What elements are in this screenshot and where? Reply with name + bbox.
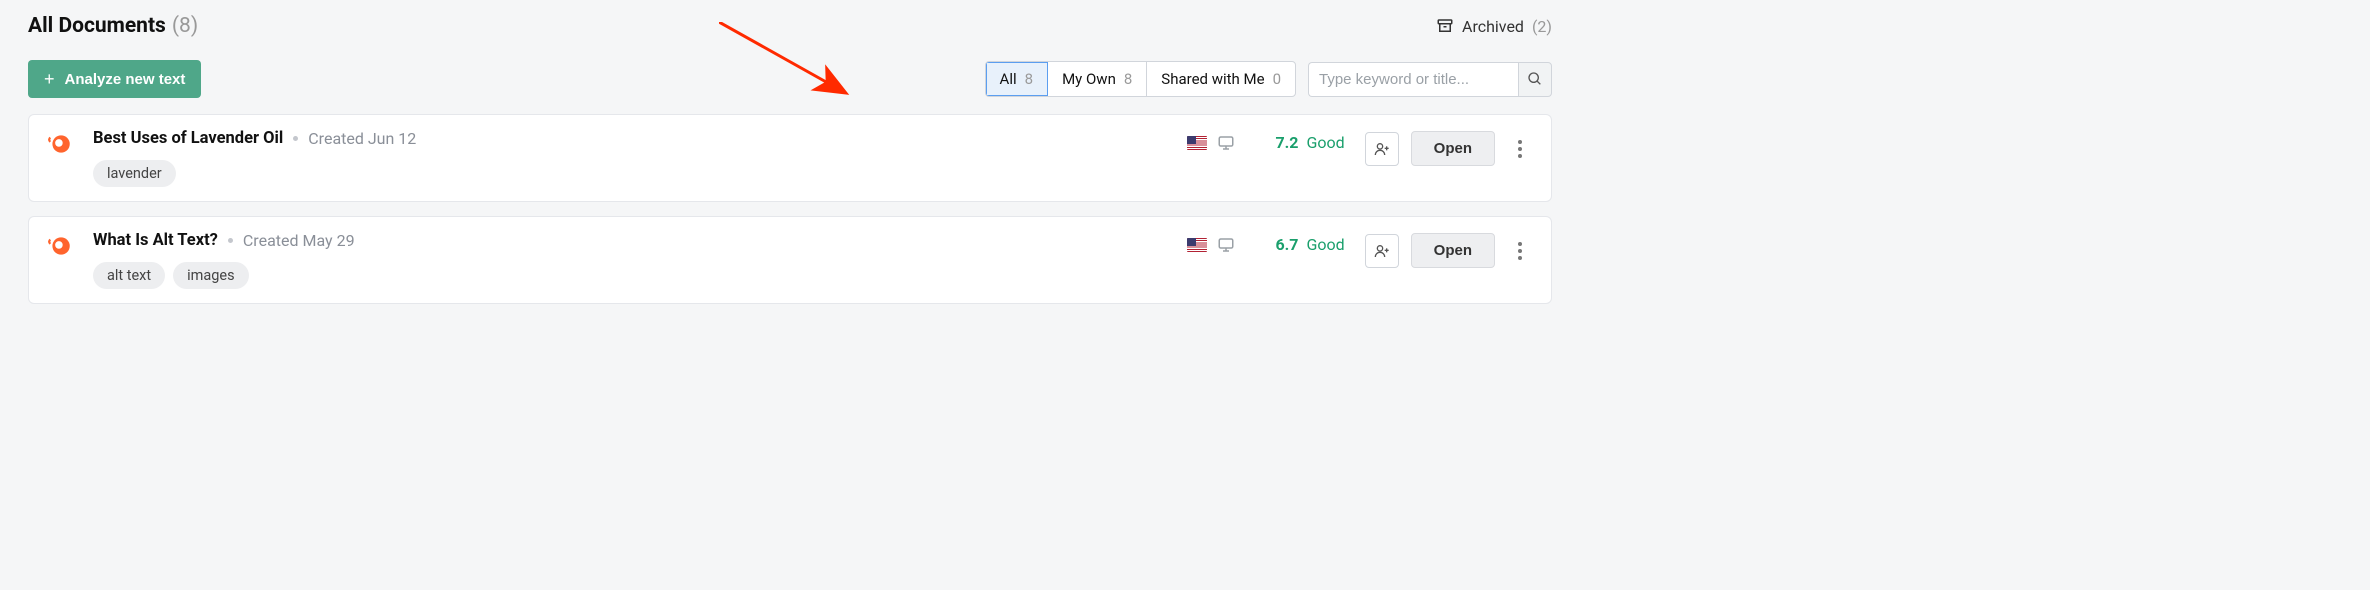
document-tag[interactable]: lavender — [93, 160, 176, 187]
filter-tab-shared-label: Shared with Me — [1161, 70, 1264, 88]
page-title-count: (8) — [172, 14, 198, 38]
person-add-icon — [1374, 141, 1390, 157]
open-button[interactable]: Open — [1411, 233, 1495, 268]
semrush-icon — [47, 233, 73, 259]
filter-tab-my-own[interactable]: My Own 8 — [1048, 62, 1147, 96]
separator-dot — [293, 136, 298, 141]
plus-icon: + — [44, 70, 55, 88]
document-tag[interactable]: images — [173, 262, 248, 289]
filter-tab-shared[interactable]: Shared with Me 0 — [1147, 62, 1295, 96]
person-add-icon — [1374, 243, 1390, 259]
document-score-label: Good — [1306, 133, 1344, 152]
document-row: What Is Alt Text? Created May 29 alt tex… — [28, 216, 1552, 304]
analyze-button-label: Analyze new text — [65, 71, 186, 88]
kebab-icon — [1518, 140, 1522, 158]
kebab-icon — [1518, 242, 1522, 260]
open-button[interactable]: Open — [1411, 131, 1495, 166]
document-title[interactable]: Best Uses of Lavender Oil — [93, 129, 283, 148]
document-tag[interactable]: alt text — [93, 262, 165, 289]
more-button[interactable] — [1507, 242, 1533, 260]
filter-tab-my-own-count: 8 — [1124, 70, 1132, 88]
analyze-new-text-button[interactable]: + Analyze new text — [28, 60, 201, 98]
filter-tabs: All 8 My Own 8 Shared with Me 0 — [985, 61, 1296, 97]
document-created: Created Jun 12 — [308, 129, 416, 148]
filter-tab-my-own-label: My Own — [1062, 70, 1116, 88]
page-title: All Documents — [28, 14, 166, 38]
desktop-icon — [1217, 134, 1235, 152]
flag-us-icon — [1187, 238, 1207, 252]
document-title[interactable]: What Is Alt Text? — [93, 231, 218, 250]
share-button[interactable] — [1365, 234, 1399, 268]
search-button[interactable] — [1518, 62, 1552, 97]
archived-label: Archived — [1462, 17, 1524, 36]
archive-icon — [1436, 17, 1454, 35]
document-score: 7.2 — [1275, 133, 1298, 152]
document-score-label: Good — [1306, 235, 1344, 254]
document-row: Best Uses of Lavender Oil Created Jun 12… — [28, 114, 1552, 202]
share-button[interactable] — [1365, 132, 1399, 166]
search-wrap — [1308, 62, 1552, 97]
search-icon — [1527, 71, 1543, 87]
archived-count: (2) — [1532, 17, 1552, 36]
document-created: Created May 29 — [243, 231, 355, 250]
filter-tab-shared-count: 0 — [1273, 70, 1281, 88]
flag-us-icon — [1187, 136, 1207, 150]
more-button[interactable] — [1507, 140, 1533, 158]
search-input[interactable] — [1308, 62, 1518, 97]
filter-tab-all[interactable]: All 8 — [986, 62, 1049, 96]
page-header: All Documents (8) — [28, 14, 198, 38]
filter-tab-all-count: 8 — [1025, 70, 1033, 88]
archived-link[interactable]: Archived (2) — [1436, 17, 1552, 36]
desktop-icon — [1217, 236, 1235, 254]
separator-dot — [228, 238, 233, 243]
document-score: 6.7 — [1275, 235, 1298, 254]
semrush-icon — [47, 131, 73, 157]
filter-tab-all-label: All — [1000, 70, 1017, 88]
